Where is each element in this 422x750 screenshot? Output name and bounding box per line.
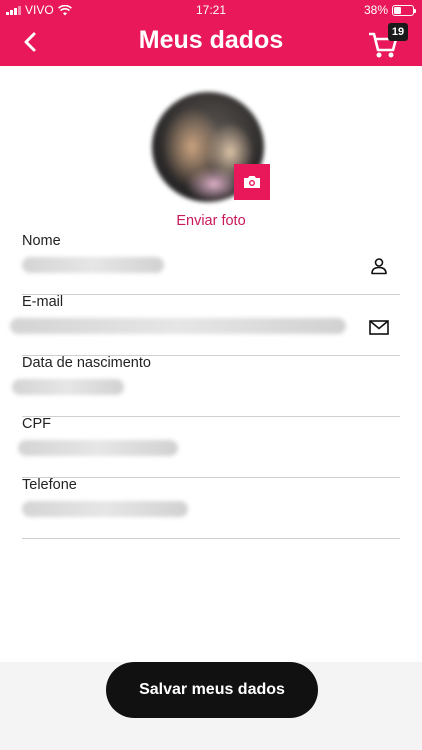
phone-label: Telefone — [22, 477, 77, 493]
name-value — [22, 257, 164, 273]
name-label: Nome — [22, 233, 61, 249]
cpf-field[interactable]: CPF — [18, 416, 400, 478]
page-title: Meus dados — [138, 26, 284, 54]
change-photo-button[interactable] — [234, 164, 270, 200]
birthdate-field[interactable]: Data de nascimento — [12, 355, 400, 417]
birthdate-label: Data de nascimento — [22, 355, 151, 371]
email-field[interactable]: E-mail — [10, 294, 400, 356]
person-icon — [368, 255, 390, 277]
cart-count-badge: 19 — [388, 23, 408, 41]
name-field[interactable]: Nome — [22, 233, 400, 295]
cpf-label: CPF — [22, 416, 51, 432]
send-photo-link[interactable]: Enviar foto — [0, 213, 422, 229]
status-time: 17:21 — [195, 3, 227, 17]
cpf-value — [18, 440, 178, 456]
cart-button[interactable]: 19 — [366, 23, 410, 60]
battery-percent: 38% — [363, 3, 388, 17]
app-header: VIVO 17:21 38% Meus dados 19 — [0, 0, 422, 66]
mail-icon — [368, 316, 390, 338]
birthdate-value — [12, 379, 124, 395]
email-label: E-mail — [22, 294, 64, 310]
profile-photo[interactable] — [150, 92, 272, 204]
battery-icon — [392, 4, 416, 16]
save-button[interactable]: Salvar meus dados — [106, 662, 318, 718]
email-value — [10, 318, 346, 334]
camera-icon — [244, 176, 260, 188]
status-bar: VIVO 17:21 38% — [0, 0, 422, 20]
phone-field[interactable]: Telefone — [22, 477, 400, 539]
phone-value — [22, 501, 188, 517]
